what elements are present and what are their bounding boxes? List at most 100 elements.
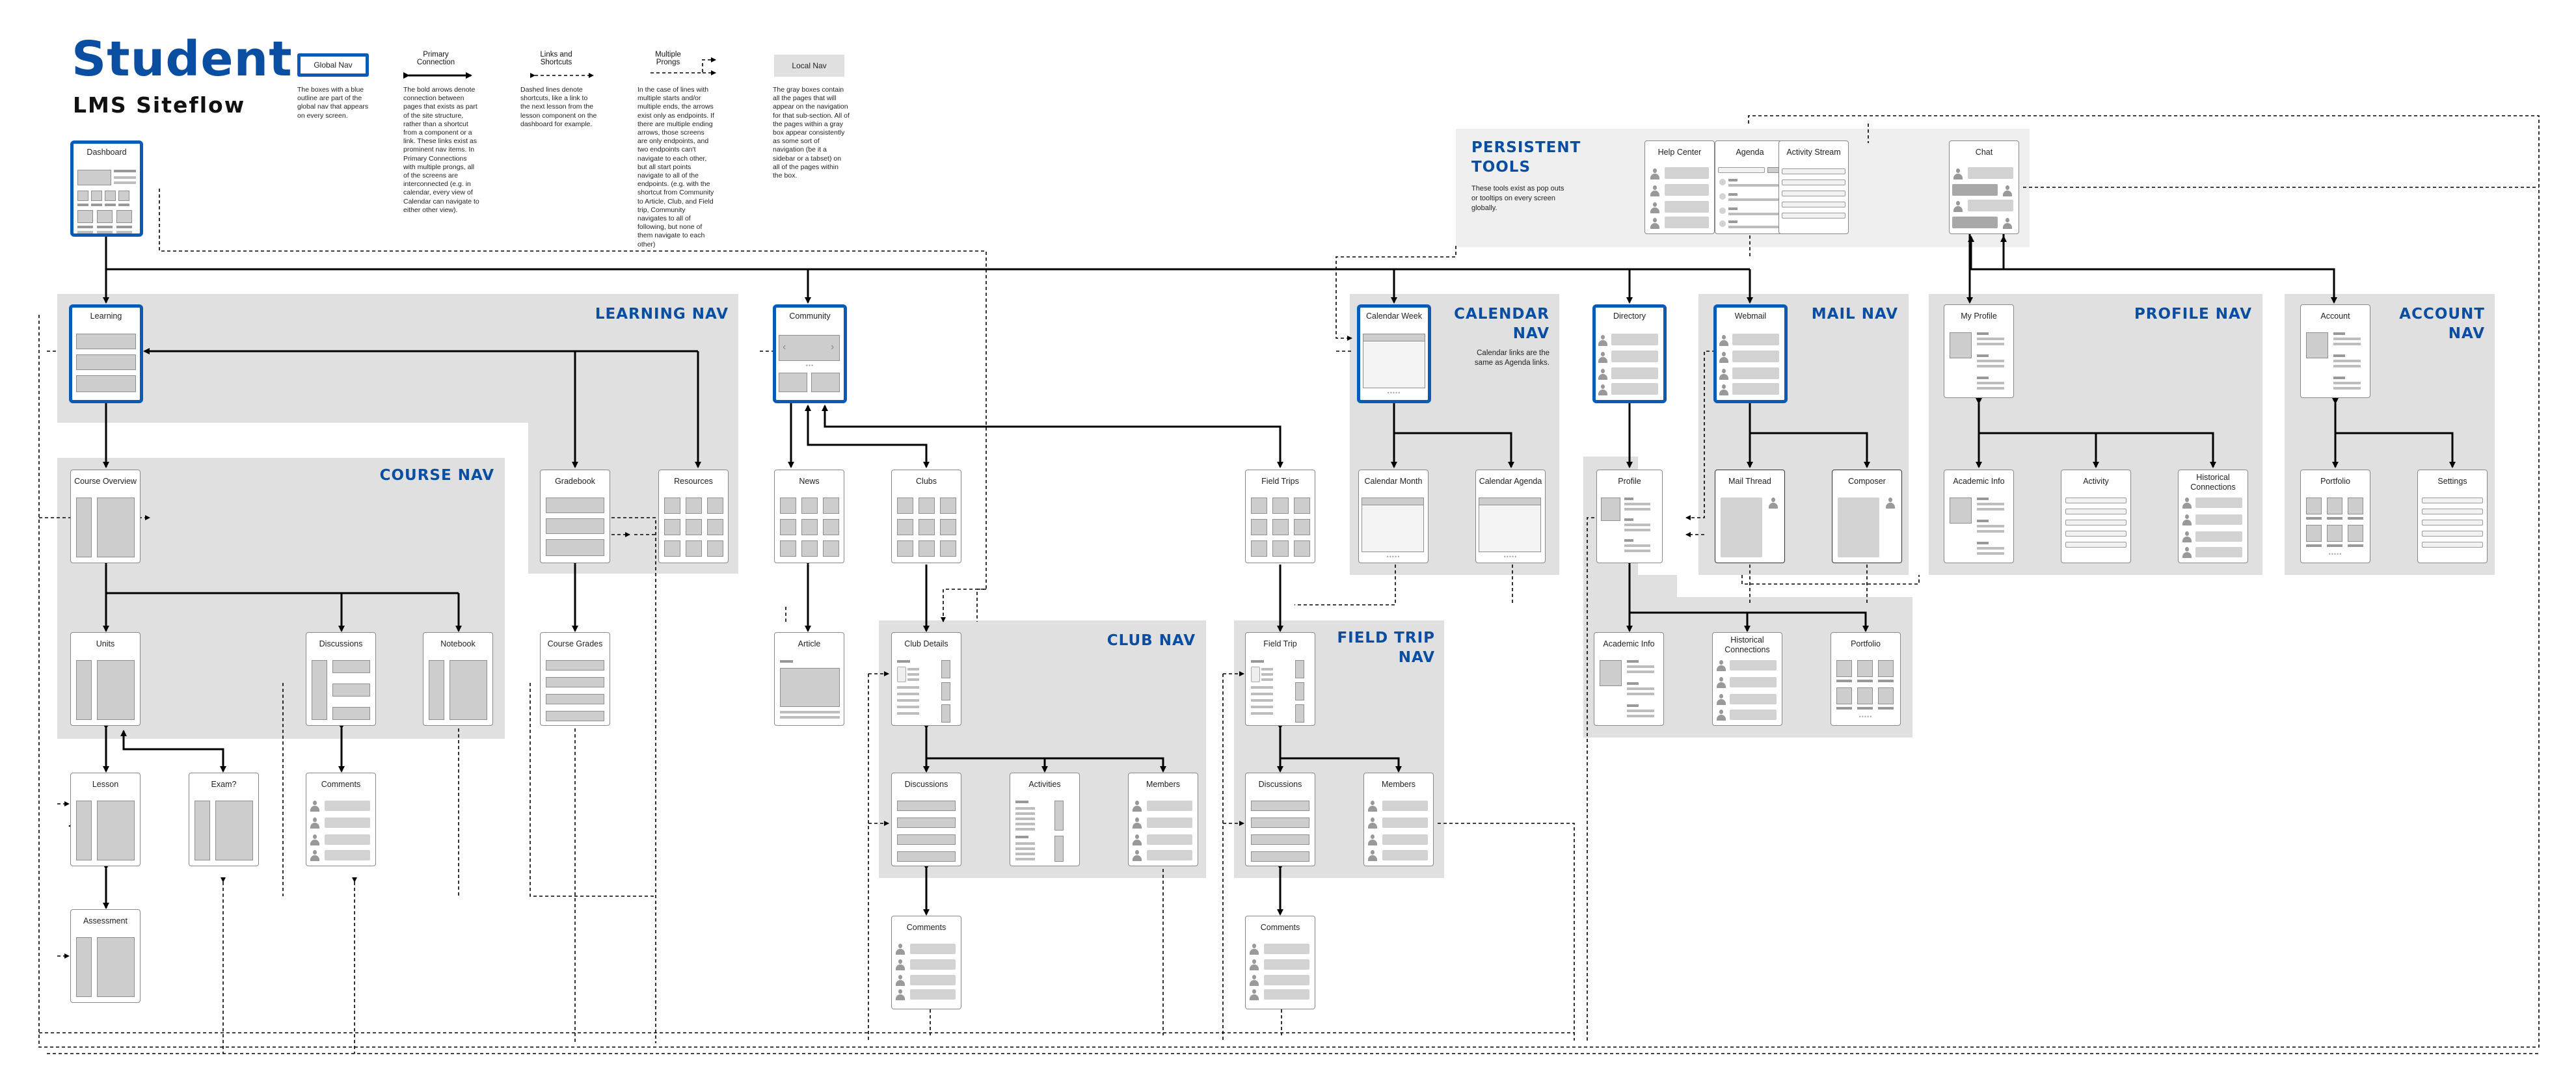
node-field-trip[interactable]: Field Trip	[1245, 632, 1315, 726]
avatar-placeholder-icon	[2306, 332, 2328, 358]
node-historical-connections[interactable]: Historical Connections	[2178, 470, 2248, 563]
node-units[interactable]: Units	[70, 632, 141, 726]
node-learning[interactable]: Learning	[69, 304, 143, 403]
node-club-details-label: Club Details	[904, 639, 948, 648]
avatar-placeholder-icon	[1950, 332, 1972, 358]
node-profile[interactable]: Profile	[1596, 470, 1663, 563]
person-icon	[1133, 834, 1142, 846]
person-icon	[310, 834, 319, 846]
node-gradebook[interactable]: Gradebook	[540, 470, 610, 563]
person-icon	[1250, 975, 1259, 987]
person-icon	[896, 989, 905, 1001]
node-activity-stream-label: Activity Stream	[1786, 148, 1841, 157]
node-news[interactable]: News	[774, 470, 844, 563]
node-composer[interactable]: Composer	[1832, 470, 1902, 563]
node-account[interactable]: Account	[2300, 304, 2370, 398]
node-calendar-week[interactable]: Calendar Week •••••	[1357, 304, 1431, 403]
node-field-trips[interactable]: Field Trips	[1245, 470, 1315, 563]
person-icon	[896, 975, 905, 987]
node-club-members[interactable]: Members	[1128, 773, 1198, 866]
node-resources[interactable]: Resources	[658, 470, 729, 563]
node-portfolio[interactable]: Portfolio •••••	[2300, 470, 2370, 563]
node-calendar-month[interactable]: Calendar Month •••••	[1358, 470, 1429, 563]
legend-prongs-arrow	[651, 57, 716, 73]
person-icon	[1650, 202, 1659, 214]
node-calendar-agenda[interactable]: Calendar Agenda •••••	[1475, 470, 1546, 563]
node-assessment-label: Assessment	[83, 916, 128, 925]
node-community[interactable]: Community ‹ › •••	[773, 304, 847, 403]
node-club-activities-label: Activities	[1028, 780, 1061, 789]
node-dir-portfolio[interactable]: Portfolio •••••	[1831, 632, 1901, 726]
node-clubs[interactable]: Clubs	[891, 470, 961, 563]
node-dir-portfolio-label: Portfolio	[1851, 639, 1881, 648]
node-mail-thread[interactable]: Mail Thread	[1715, 470, 1785, 563]
chevron-right-icon: ›	[831, 341, 835, 352]
node-ft-members[interactable]: Members	[1363, 773, 1434, 866]
person-icon	[1953, 168, 1963, 180]
node-club-discussions-label: Discussions	[904, 780, 948, 789]
node-account-label: Account	[2320, 312, 2350, 321]
global-bus	[105, 235, 1750, 271]
node-dir-academic-info-label: Academic Info	[1603, 639, 1655, 648]
node-chat[interactable]: Chat	[1949, 140, 2019, 234]
node-dashboard[interactable]: Dashboard	[70, 140, 143, 237]
node-discussions[interactable]: Discussions	[306, 632, 376, 726]
node-club-activities[interactable]: Activities	[1010, 773, 1080, 866]
node-club-comments[interactable]: Comments	[891, 916, 961, 1009]
node-course-overview[interactable]: Course Overview	[70, 470, 141, 563]
node-directory[interactable]: Directory	[1592, 304, 1667, 403]
node-historical-connections-label: Historical Connections	[2190, 473, 2236, 492]
node-settings[interactable]: Settings	[2417, 470, 2488, 563]
node-help-center[interactable]: Help Center	[1644, 140, 1715, 234]
person-icon	[1717, 660, 1726, 672]
person-icon	[310, 850, 319, 862]
person-icon	[2182, 514, 2192, 526]
node-assessment[interactable]: Assessment	[70, 909, 141, 1003]
person-icon	[2182, 547, 2192, 559]
node-academic-info[interactable]: Academic Info	[1944, 470, 2014, 563]
node-activity-stream[interactable]: Activity Stream	[1778, 140, 1849, 234]
node-club-comments-label: Comments	[906, 923, 946, 932]
carousel-dots: •••	[805, 362, 814, 369]
node-ft-discussions[interactable]: Discussions	[1245, 773, 1315, 866]
node-webmail[interactable]: Webmail	[1713, 304, 1788, 403]
node-dir-historical-connections[interactable]: Historical Connections	[1712, 632, 1782, 726]
node-portfolio-label: Portfolio	[2320, 477, 2350, 486]
node-field-trip-label: Field Trip	[1263, 639, 1297, 648]
node-agenda[interactable]: Agenda	[1715, 140, 1785, 234]
node-ft-comments[interactable]: Comments	[1245, 916, 1315, 1009]
node-comments-label: Comments	[321, 780, 361, 789]
pagination-dots: •••••	[1387, 390, 1401, 396]
person-icon	[1598, 369, 1607, 380]
node-academic-info-label: Academic Info	[1953, 477, 2005, 486]
calendar-grid	[1363, 334, 1425, 388]
node-club-details[interactable]: Club Details	[891, 632, 961, 726]
node-lesson[interactable]: Lesson	[70, 773, 141, 866]
node-exam[interactable]: Exam?	[189, 773, 259, 866]
node-course-overview-label: Course Overview	[74, 477, 137, 486]
person-icon	[1769, 498, 1778, 509]
node-composer-label: Composer	[1848, 477, 1886, 486]
person-icon	[2182, 498, 2192, 509]
person-icon	[1719, 352, 1728, 364]
node-article-label: Article	[798, 639, 821, 648]
node-profile-label: Profile	[1618, 477, 1641, 486]
node-ft-discussions-label: Discussions	[1258, 780, 1302, 789]
chevron-left-icon: ‹	[783, 341, 786, 352]
person-icon	[1368, 850, 1377, 862]
node-directory-label: Directory	[1613, 312, 1646, 321]
node-my-profile[interactable]: My Profile	[1944, 304, 2014, 398]
node-club-discussions[interactable]: Discussions	[891, 773, 961, 866]
person-icon	[2003, 218, 2012, 230]
node-course-grades[interactable]: Course Grades	[540, 632, 610, 726]
node-dir-academic-info[interactable]: Academic Info	[1594, 632, 1664, 726]
person-icon	[2182, 531, 2192, 543]
node-activity[interactable]: Activity	[2061, 470, 2131, 563]
node-notebook[interactable]: Notebook	[423, 632, 493, 726]
node-comments[interactable]: Comments	[306, 773, 376, 866]
node-gradebook-label: Gradebook	[555, 477, 595, 486]
calendar-grid	[1479, 498, 1541, 552]
node-article[interactable]: Article	[774, 632, 844, 726]
node-course-grades-label: Course Grades	[547, 639, 603, 648]
node-calendar-month-label: Calendar Month	[1364, 477, 1423, 486]
